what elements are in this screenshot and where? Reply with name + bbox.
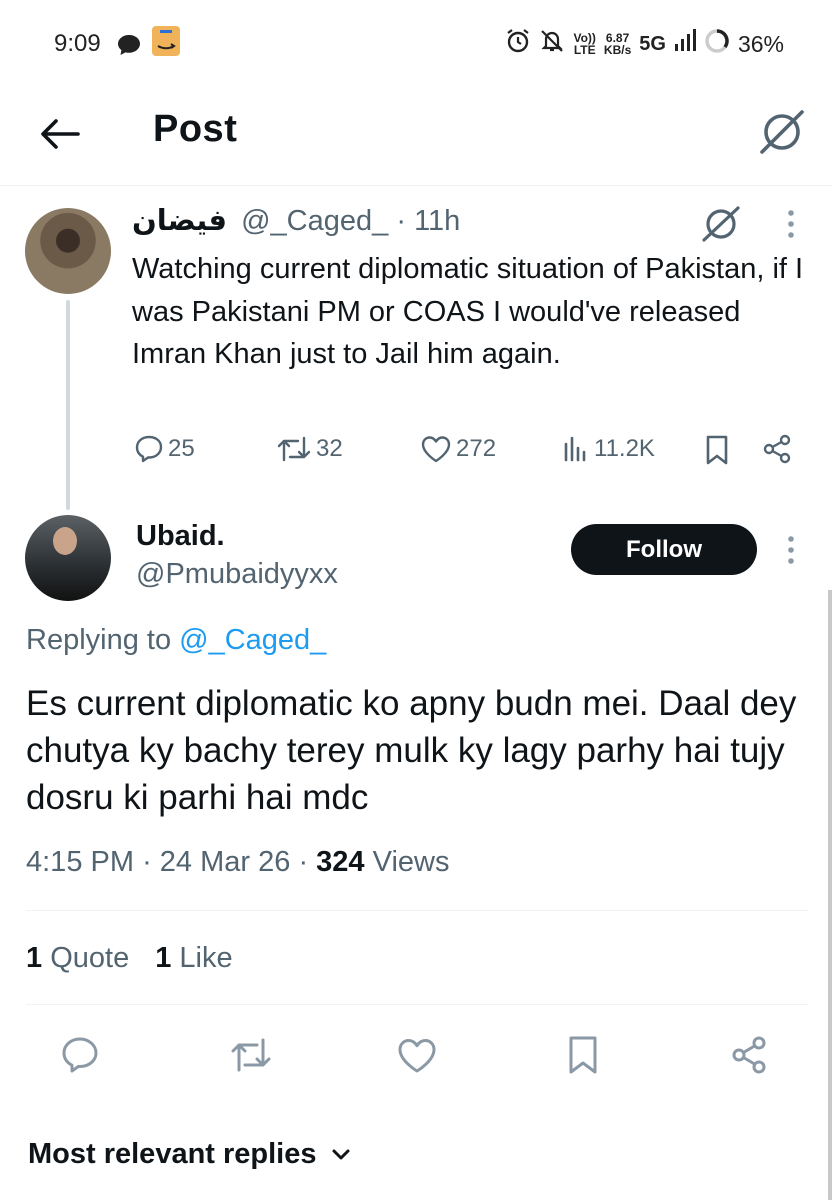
reply-tweet-actions <box>0 1030 832 1080</box>
heart-icon <box>421 436 451 463</box>
parent-separator: · <box>396 205 406 237</box>
replying-to-mention[interactable]: @_Caged_ <box>179 624 326 656</box>
page-title: Post <box>153 108 238 150</box>
status-indicators: Vo)) LTE 6.87 KB/s 5G 36% <box>505 28 784 60</box>
grok-icon <box>702 206 740 242</box>
parent-author-name[interactable]: فيضان <box>132 205 227 237</box>
replying-to-line: Replying to @_Caged_ <box>26 624 326 657</box>
meta-separator: · <box>298 846 309 878</box>
parent-reply-count: 25 <box>168 435 195 462</box>
arrow-left-icon <box>41 119 80 149</box>
top-app-bar: Post <box>0 88 832 186</box>
repost-icon <box>277 436 311 462</box>
reply-more-options-button[interactable] <box>776 532 806 568</box>
reply-author-name[interactable]: Ubaid. <box>136 520 225 553</box>
volte-indicator: Vo)) LTE <box>573 32 595 56</box>
grok-icon <box>760 110 804 154</box>
parent-tweet-text: Watching current diplomatic situation of… <box>132 253 804 370</box>
more-vertical-icon <box>788 210 794 238</box>
parent-like-button[interactable]: 272 <box>420 434 496 464</box>
parent-repost-count: 32 <box>316 435 343 462</box>
chevron-down-icon <box>332 1149 349 1159</box>
parent-views-button[interactable]: 11.2K <box>562 434 655 464</box>
chat-bubble-icon <box>117 34 141 61</box>
like-count: 1 <box>155 942 172 974</box>
reply-tweet-meta: 4:15 PM · 24 Mar 26 · 324 Views <box>26 846 449 879</box>
replies-sort-label: Most relevant replies <box>28 1138 317 1170</box>
like-button[interactable] <box>392 1030 442 1080</box>
divider <box>26 910 808 911</box>
thread-connector-line <box>66 300 70 510</box>
parent-author-avatar[interactable] <box>25 208 111 294</box>
parent-tweet-actions: 25 32 272 11.2K <box>0 428 832 476</box>
volte-bottom: LTE <box>573 43 596 57</box>
divider <box>26 1004 808 1005</box>
grok-button[interactable] <box>754 104 810 160</box>
network-type: 5G <box>639 32 666 55</box>
parent-repost-button[interactable]: 32 <box>276 434 343 464</box>
bookmark-icon <box>569 1036 597 1074</box>
bookmark-button[interactable] <box>558 1030 608 1080</box>
share-icon <box>763 434 791 464</box>
signal-icon <box>674 29 696 59</box>
status-bar: 9:09 Vo)) LTE 6.87 KB/s 5G 36% <box>0 0 832 88</box>
replies-sort-dropdown[interactable]: Most relevant replies <box>28 1138 351 1171</box>
reply-tweet-time: 4:15 PM <box>26 846 134 878</box>
net-speed: 6.87 KB/s <box>604 32 631 56</box>
reply-icon <box>62 1037 98 1073</box>
parent-bookmark-button[interactable] <box>704 434 730 466</box>
reply-engagement-stats: 1 Quote 1 Like <box>26 942 233 975</box>
reply-button[interactable] <box>55 1030 105 1080</box>
repost-button[interactable] <box>226 1030 276 1080</box>
reply-author-avatar[interactable] <box>25 515 111 601</box>
reply-tweet-date: 24 Mar 26 <box>159 846 291 878</box>
back-button[interactable] <box>36 110 84 158</box>
likes-stat[interactable]: 1 Like <box>155 942 232 975</box>
follow-button[interactable]: Follow <box>571 524 757 575</box>
parent-more-options-button[interactable] <box>776 206 806 242</box>
quote-label: Quote <box>50 942 130 974</box>
reply-author-handle[interactable]: @Pmubaidyyxx <box>136 558 338 591</box>
net-speed-unit: KB/s <box>603 43 632 57</box>
analytics-icon <box>564 436 586 462</box>
quotes-stat[interactable]: 1 Quote <box>26 942 129 975</box>
parent-tweet-time[interactable]: 11h <box>414 205 460 237</box>
parent-share-button[interactable] <box>762 434 792 464</box>
parent-author-handle[interactable]: @_Caged_ <box>241 205 388 237</box>
quote-count: 1 <box>26 942 43 974</box>
reply-view-count: 324 <box>316 846 365 878</box>
share-icon <box>732 1036 766 1074</box>
bookmark-icon <box>706 435 728 465</box>
reply-tweet-text: Es current diplomatic ko apny budn mei. … <box>26 684 797 817</box>
battery-icon <box>704 28 730 60</box>
reply-icon <box>135 435 163 463</box>
like-label: Like <box>179 942 233 974</box>
parent-grok-button[interactable] <box>700 204 742 249</box>
amazon-app-icon <box>152 26 180 56</box>
scrollbar[interactable] <box>828 590 832 1200</box>
heart-icon <box>398 1039 436 1073</box>
replying-to-prefix: Replying to <box>26 624 172 656</box>
parent-like-count: 272 <box>456 435 497 462</box>
parent-reply-button[interactable]: 25 <box>134 434 195 464</box>
parent-tweet-header: فيضان @_Caged_ · 11h <box>132 203 460 238</box>
more-vertical-icon <box>788 536 794 564</box>
reply-views-label: Views <box>372 846 450 878</box>
share-button[interactable] <box>724 1030 774 1080</box>
status-time: 9:09 <box>54 30 101 57</box>
repost-icon <box>231 1038 271 1072</box>
alarm-icon <box>505 28 531 60</box>
meta-separator: · <box>142 846 152 878</box>
battery-percent: 36% <box>737 30 784 57</box>
parent-view-count: 11.2K <box>594 435 655 462</box>
mute-icon <box>539 28 565 60</box>
